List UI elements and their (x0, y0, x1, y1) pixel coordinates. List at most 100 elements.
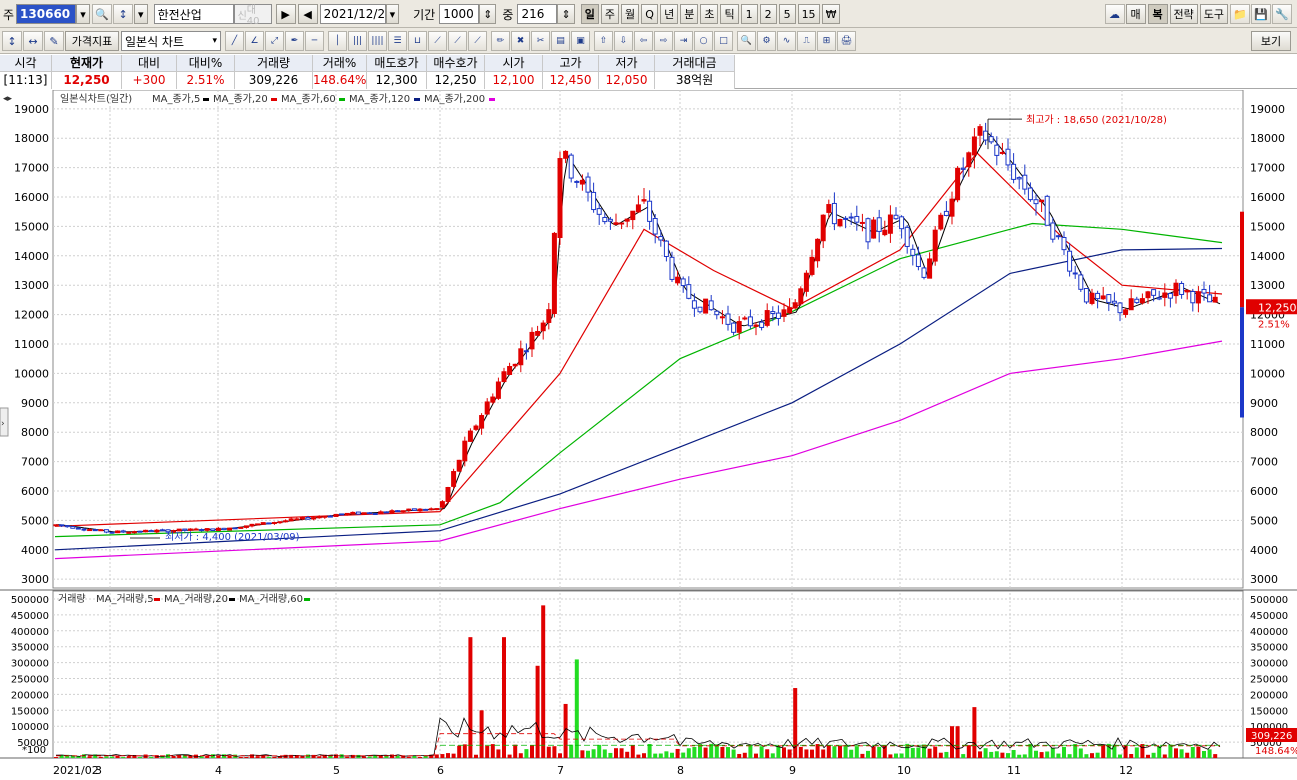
compound-button[interactable]: 복 (1147, 4, 1168, 24)
timeframe-button-4[interactable]: 년 (660, 4, 679, 24)
pencil-tool-icon[interactable]: ✏ (491, 31, 510, 51)
period-stepper[interactable]: ⇕ (479, 4, 497, 24)
rect-tool-icon[interactable]: □ (714, 31, 733, 51)
fib-tool-icon[interactable]: ||| (348, 31, 367, 51)
ray3-tool-icon[interactable]: ⟋ (468, 31, 487, 51)
price-tick-right: 7000 (1250, 456, 1278, 469)
volume-bar (922, 744, 926, 758)
timeframe-button-0[interactable]: 일 (580, 4, 599, 24)
sort-dropdown-button[interactable]: ▾ (134, 4, 148, 24)
volume-bar (580, 750, 585, 758)
candle-body (1123, 309, 1129, 315)
right-tool-icon[interactable]: ⇨ (654, 31, 673, 51)
pen-tool-icon[interactable]: ✒ (285, 31, 304, 51)
next-button[interactable]: ▶ (275, 4, 296, 24)
date-field[interactable]: 2021/12/28 (319, 4, 393, 24)
cut-tool-icon[interactable]: ✂ (531, 31, 550, 51)
candle-body (507, 366, 513, 375)
timeframe-button-8[interactable]: 1 (740, 4, 758, 24)
price-tick-left: 19000 (14, 103, 49, 116)
volume-bar (961, 754, 966, 758)
chart-type-select[interactable]: 일본식 차트 ▾ (121, 31, 221, 51)
volume-bar (731, 749, 736, 758)
price-tick-left: 10000 (14, 367, 49, 380)
buy-sell-button[interactable]: 매 (1125, 4, 1146, 24)
zoom-stepper[interactable]: ⇕ (557, 4, 575, 24)
volume-bar (87, 756, 92, 758)
volume-bar (894, 753, 898, 758)
volume-tick-right: 300000 (1250, 659, 1288, 670)
gann-tool-icon[interactable]: ☰ (388, 31, 407, 51)
timeframe-button-11[interactable]: 15 (797, 4, 820, 24)
timeframe-button-6[interactable]: 초 (700, 4, 719, 24)
candle-body (865, 218, 871, 243)
strategy-button[interactable]: 전략 (1169, 4, 1198, 24)
candle-body (115, 530, 121, 534)
candle-body (1167, 292, 1173, 299)
timeframe-button-9[interactable]: 2 (759, 4, 777, 24)
search-icon[interactable]: 🔍 (92, 4, 113, 24)
angle-tool-icon[interactable]: ∠ (245, 31, 264, 51)
wave-tool-icon[interactable]: ∿ (777, 31, 796, 51)
trend-tool-icon[interactable]: ⤢ (265, 31, 284, 51)
timeframe-button-7[interactable]: 틱 (720, 4, 739, 24)
volume-bar (149, 756, 154, 758)
timeframe-button-5[interactable]: 분 (680, 4, 699, 24)
header-label-3: 대비% (177, 55, 235, 72)
zoom-tool-icon[interactable]: 🔍 (737, 31, 756, 51)
code-dropdown-button[interactable]: ▾ (76, 4, 91, 24)
end-tool-icon[interactable]: ⇥ (674, 31, 693, 51)
wrench-icon[interactable]: 🔧 (1272, 4, 1292, 24)
timeframe-button-12[interactable]: ₩ (821, 4, 841, 24)
channel-tool-icon[interactable]: ⊔ (408, 31, 427, 51)
timeframe-button-1[interactable]: 주 (600, 4, 619, 24)
period-input[interactable]: 1000 (439, 4, 480, 24)
candle-body (966, 152, 972, 168)
pattern-tool-icon[interactable]: ⎍ (797, 31, 816, 51)
timeframe-button-10[interactable]: 5 (778, 4, 796, 24)
tools-button[interactable]: 도구 (1199, 4, 1228, 24)
prev-button[interactable]: ◀ (297, 4, 318, 24)
ray1-tool-icon[interactable]: ⟋ (428, 31, 447, 51)
left-tool-icon[interactable]: ⇦ (634, 31, 653, 51)
box-tool-icon[interactable]: ▣ (571, 31, 590, 51)
arrow-updown-icon[interactable]: ↕ (2, 31, 22, 51)
ma-legend-swatch (489, 98, 495, 101)
chart-area[interactable]: 3000 3000 4000 4000 5000 5000 6000 6000 7000 7000… (0, 89, 1297, 777)
zoom-input[interactable]: 216 (517, 4, 558, 24)
ma-legend-swatch (339, 98, 345, 101)
candle-body (131, 531, 137, 534)
ray2-tool-icon[interactable]: ⟋ (448, 31, 467, 51)
header-value-6: 12,300 (367, 72, 427, 89)
volume-bar (541, 605, 546, 758)
delete-tool-icon[interactable]: ✖ (511, 31, 530, 51)
table-tool-icon[interactable]: ⊞ (817, 31, 836, 51)
line-tool-icon[interactable]: ╱ (225, 31, 244, 51)
up-tool-icon[interactable]: ⇧ (594, 31, 613, 51)
grid-tool-icon[interactable]: ▤ (551, 31, 570, 51)
fib2-tool-icon[interactable]: |||| (368, 31, 387, 51)
sort-icon[interactable]: ↕ (113, 4, 134, 24)
candle-body (143, 529, 149, 533)
hline-tool-icon[interactable]: ─ (305, 31, 324, 51)
arrow-leftright-icon[interactable]: ↔ (23, 31, 43, 51)
edit-icon[interactable]: ✎ (44, 31, 64, 51)
vline-tool-icon[interactable]: │ (328, 31, 347, 51)
folder-icon[interactable]: 📁 (1230, 4, 1250, 24)
down-tool-icon[interactable]: ⇩ (614, 31, 633, 51)
volume-bar (1011, 750, 1016, 758)
stock-code-input[interactable]: 130660 (16, 4, 77, 24)
save-icon[interactable]: 💾 (1251, 4, 1271, 24)
view-button[interactable]: 보기 (1251, 31, 1291, 51)
timeframe-button-2[interactable]: 월 (620, 4, 640, 24)
stock-chart-svg[interactable]: 3000 3000 4000 4000 5000 5000 6000 6000 7000 7000… (0, 89, 1297, 777)
date-dropdown-button[interactable]: ▾ (385, 4, 400, 24)
stock-name-field[interactable]: 한전산업 (153, 4, 234, 24)
volume-bar (821, 749, 826, 758)
cloud-icon[interactable]: ☁ (1104, 4, 1125, 24)
circle-tool-icon[interactable]: ○ (694, 31, 713, 51)
config-tool-icon[interactable]: ⚙ (757, 31, 776, 51)
indicator-button[interactable]: 가격지표 (65, 31, 119, 51)
timeframe-button-3[interactable]: Q (641, 4, 659, 24)
print-tool-icon[interactable]: 🖨 (837, 31, 856, 51)
